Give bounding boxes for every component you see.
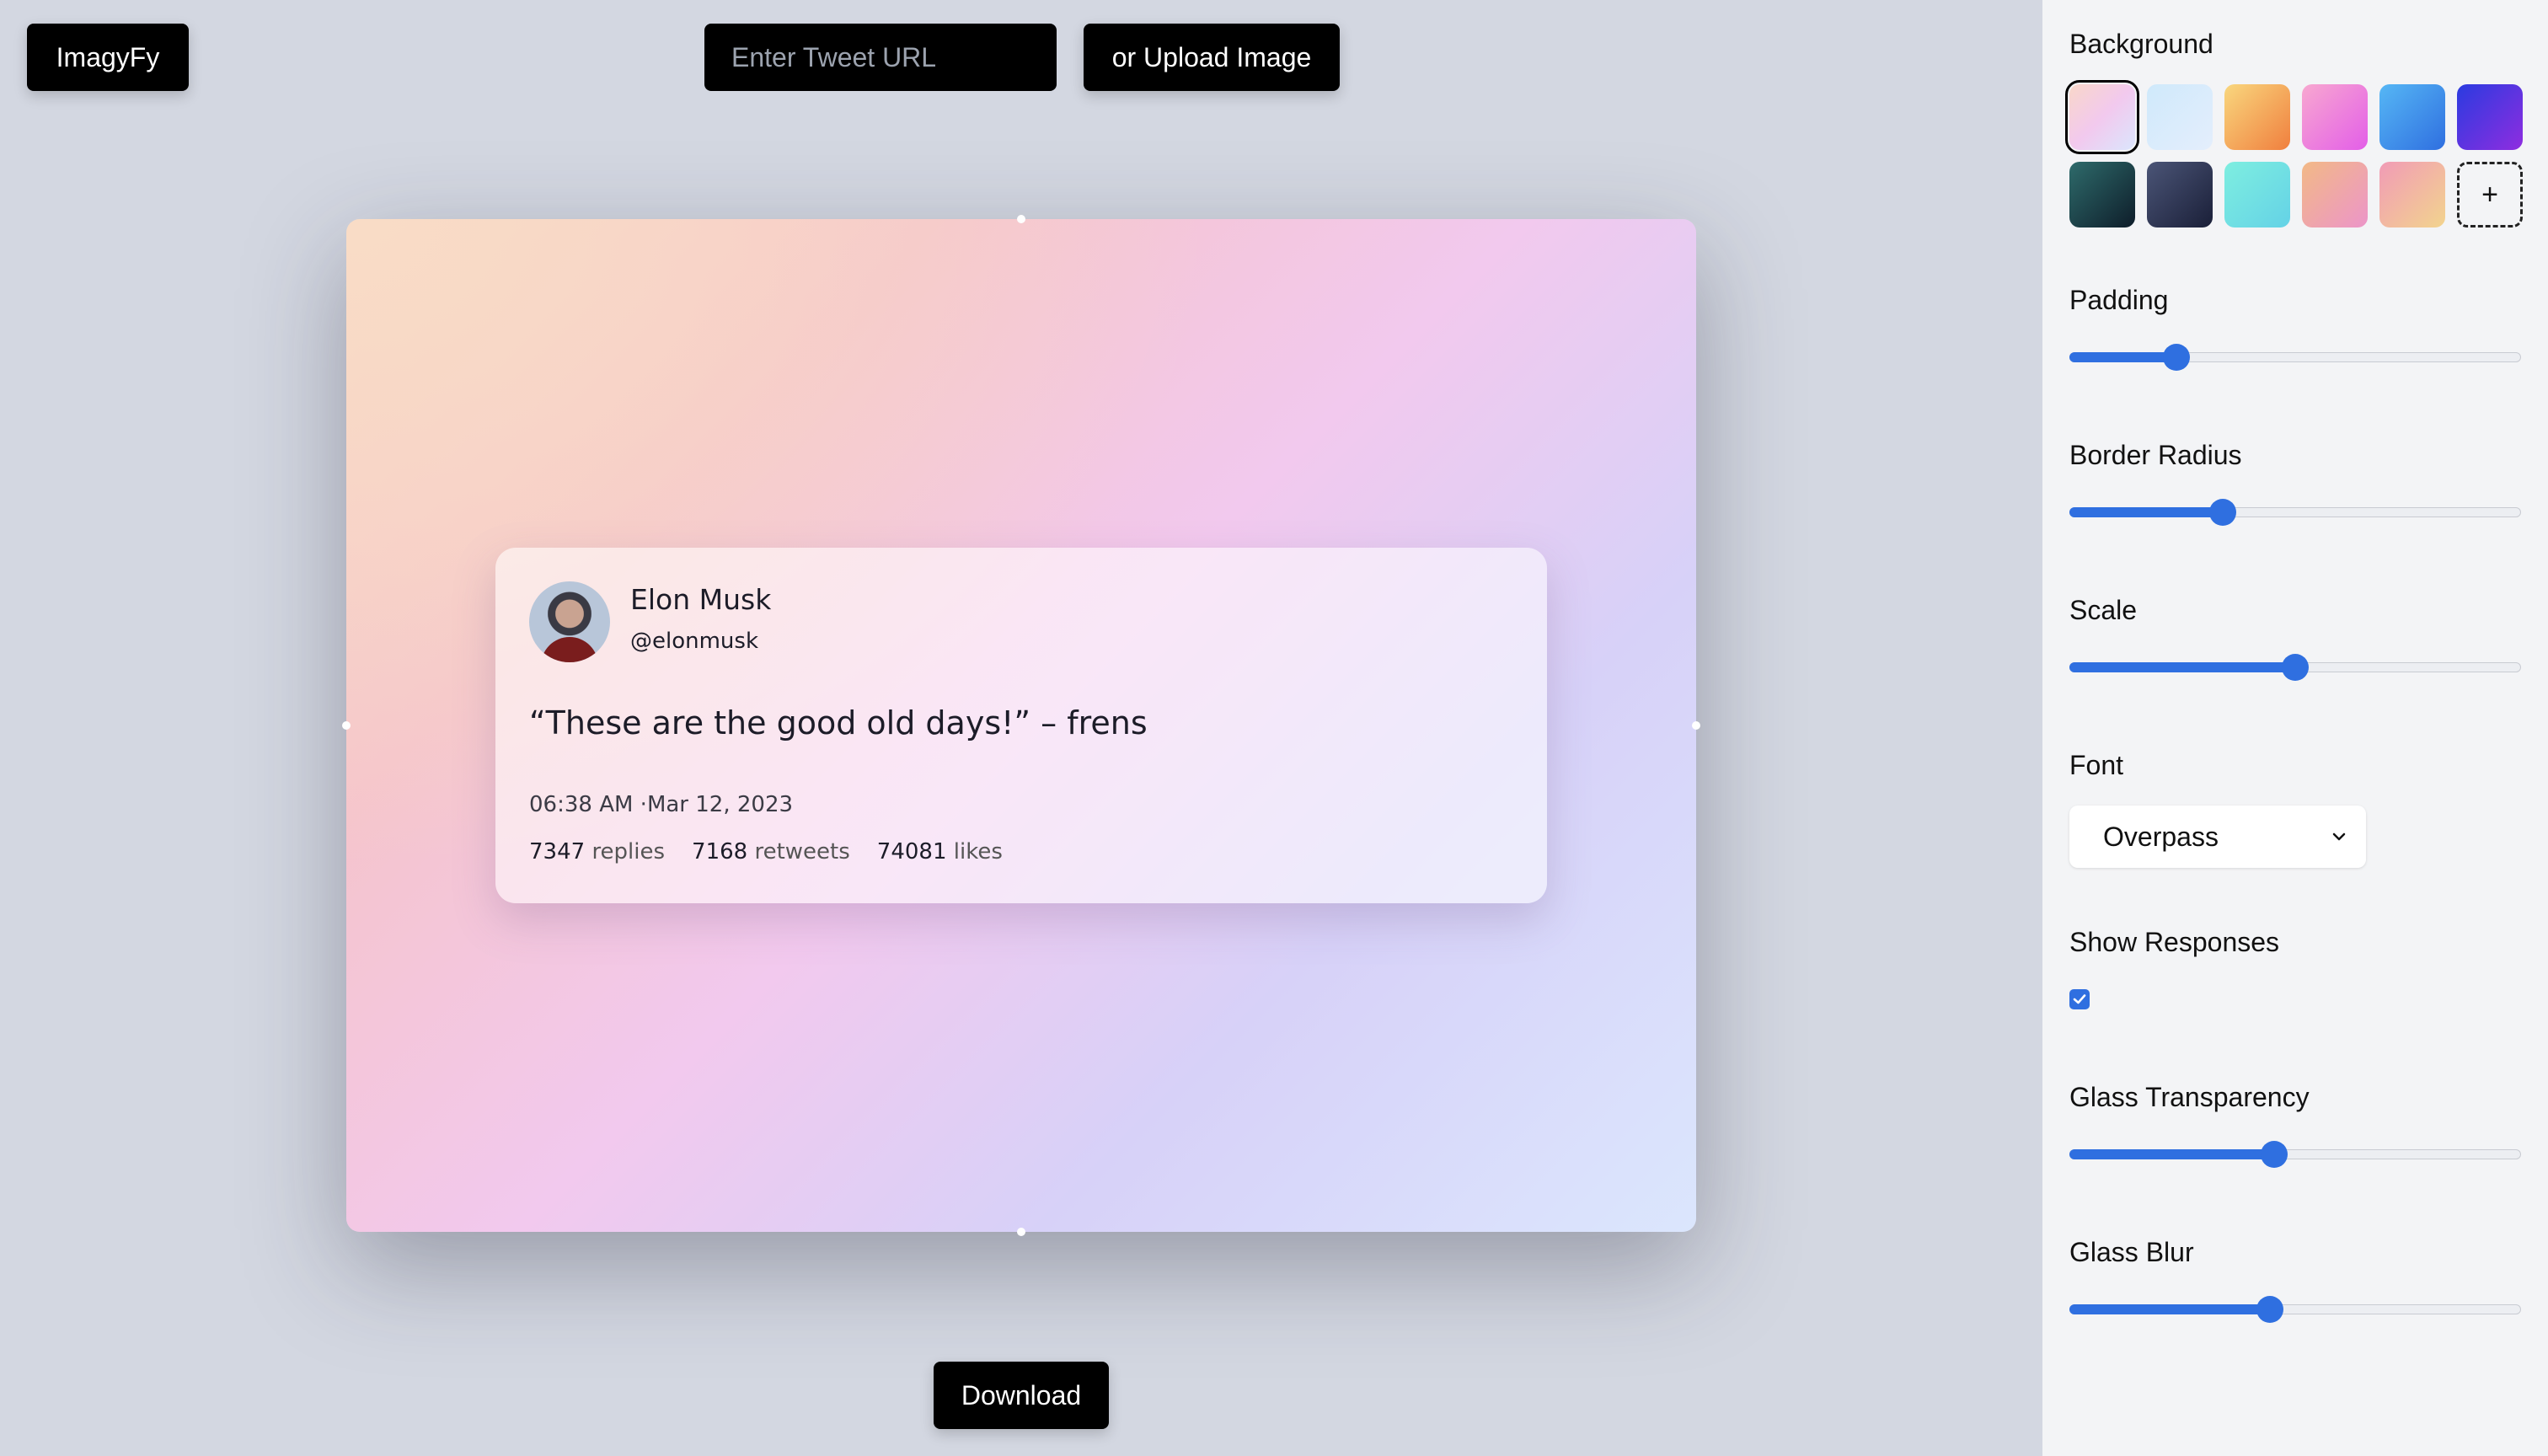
background-swatch-ocean-blue[interactable]: [2379, 84, 2445, 150]
scale-label: Scale: [2069, 595, 2138, 625]
author-handle: @elonmusk: [630, 629, 759, 654]
glass-blur-slider[interactable]: [2069, 1293, 2521, 1326]
background-swatch-peach-lavender[interactable]: [2065, 80, 2139, 154]
show-responses-checkbox[interactable]: [2069, 989, 2090, 1009]
likes-count: 74081: [876, 839, 947, 864]
replies-count: 7347: [529, 839, 586, 864]
show-responses-label: Show Responses: [2069, 927, 2280, 957]
download-button[interactable]: Download: [934, 1362, 1109, 1429]
checkmark-icon: [2073, 994, 2086, 1004]
avatar: [529, 581, 610, 662]
background-swatch-sky-light[interactable]: [2147, 84, 2213, 150]
tweet-stats: 7347 replies 7168 retweets 74081 likes: [529, 839, 1003, 864]
retweets-stat: 7168 retweets: [692, 839, 850, 864]
border-radius-label: Border Radius: [2069, 440, 2242, 470]
background-swatch-pink-magenta[interactable]: [2302, 84, 2368, 150]
resize-handle-top[interactable]: [1017, 215, 1025, 223]
retweets-label: retweets: [754, 839, 850, 864]
settings-sidebar: Background + Padding Border Radius Scale…: [2042, 0, 2548, 1456]
likes-stat: 74081 likes: [877, 839, 1003, 864]
border-radius-slider-thumb[interactable]: [2209, 499, 2237, 526]
padding-label: Padding: [2069, 285, 2169, 315]
tweet-text: “These are the good old days!” – frens: [529, 704, 1148, 741]
glass-transparency-slider[interactable]: [2069, 1138, 2521, 1171]
upload-image-button[interactable]: or Upload Image: [1084, 24, 1340, 91]
background-swatch-indigo-violet[interactable]: [2457, 84, 2523, 150]
background-label: Background: [2069, 29, 2213, 59]
resize-handle-bottom[interactable]: [1017, 1228, 1025, 1236]
chevron-down-icon: [2332, 832, 2346, 841]
author-name: Elon Musk: [630, 583, 772, 616]
border-radius-slider[interactable]: [2069, 495, 2521, 529]
scale-slider[interactable]: [2069, 650, 2521, 684]
font-label: Font: [2069, 750, 2124, 780]
tweet-url-input[interactable]: [704, 24, 1057, 91]
replies-label: replies: [592, 839, 666, 864]
preview-canvas: Elon Musk @elonmusk “These are the good …: [342, 215, 1700, 1236]
font-select[interactable]: Overpass: [2069, 806, 2366, 868]
logo-button[interactable]: ImagyFy: [27, 24, 189, 91]
background-swatch-sunset-yellow[interactable]: [2224, 84, 2290, 150]
font-select-value: Overpass: [2103, 821, 2219, 852]
retweets-count: 7168: [692, 839, 748, 864]
padding-slider-thumb[interactable]: [2162, 344, 2190, 371]
tweet-date: 06:38 AM ·Mar 12, 2023: [529, 792, 794, 817]
add-background-button[interactable]: +: [2457, 162, 2523, 228]
glass-transparency-label: Glass Transparency: [2069, 1082, 2310, 1112]
background-swatch-dark-teal[interactable]: [2069, 162, 2135, 228]
glass-blur-label: Glass Blur: [2069, 1237, 2194, 1267]
resize-handle-right[interactable]: [1692, 721, 1700, 730]
resize-handle-left[interactable]: [342, 721, 351, 730]
background-swatch-rose-gold[interactable]: [2379, 162, 2445, 228]
scale-slider-thumb[interactable]: [2282, 654, 2309, 681]
glass-blur-slider-thumb[interactable]: [2256, 1296, 2283, 1323]
background-swatch-slate-navy[interactable]: [2147, 162, 2213, 228]
background-swatch-apricot-pink[interactable]: [2302, 162, 2368, 228]
background-swatch-aqua-mint[interactable]: [2224, 162, 2290, 228]
padding-slider[interactable]: [2069, 340, 2521, 374]
replies-stat: 7347 replies: [529, 839, 665, 864]
tweet-card: Elon Musk @elonmusk “These are the good …: [495, 548, 1547, 903]
likes-label: likes: [953, 839, 1003, 864]
glass-transparency-slider-thumb[interactable]: [2260, 1141, 2288, 1168]
